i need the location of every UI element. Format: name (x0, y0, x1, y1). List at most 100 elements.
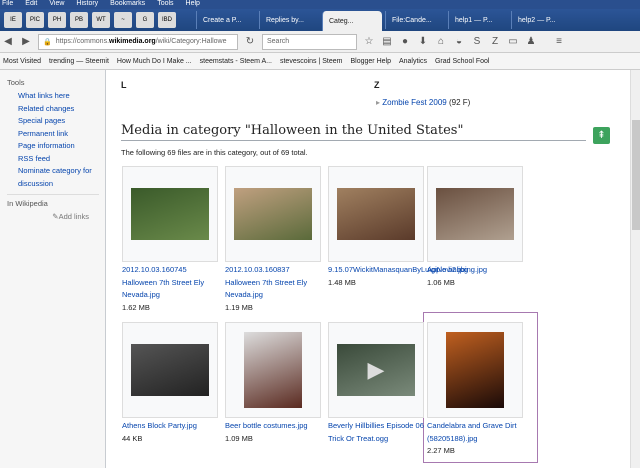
tab[interactable]: File:Cande... (385, 11, 445, 29)
file-thumbnail[interactable] (225, 166, 321, 262)
file-item[interactable]: 2012.10.03.160837 Halloween 7th Street E… (225, 166, 323, 314)
menu-bookmarks[interactable]: Bookmarks (110, 0, 145, 9)
sidebar-link[interactable]: Special pages (7, 115, 105, 128)
file-item[interactable]: 9.15.07WickitManasquanByLuigiNovi2.jpg 1.… (328, 166, 468, 289)
file-thumbnail[interactable] (427, 166, 523, 262)
back-icon[interactable]: ◀ (2, 36, 14, 47)
bookmark-item[interactable]: stevescoins | Steem (280, 58, 343, 65)
url-input[interactable]: 🔒 https://commons. wikimedia.org/wiki/Cate… (38, 33, 238, 50)
pinned-tab[interactable]: G (136, 12, 154, 28)
file-size: 1.19 MB (225, 302, 253, 312)
sidebar-link[interactable]: Nominate category for discussion (7, 165, 105, 190)
thumbnail-image: ▶ (337, 344, 415, 396)
add-links-button[interactable]: ✎Add links (7, 211, 105, 223)
file-name[interactable]: Beverly Hillbillies Episode 06 Trick Or … (328, 420, 426, 445)
home-icon[interactable]: ⌂ (435, 36, 447, 47)
file-name[interactable]: Beer bottle costumes.jpg (225, 420, 323, 433)
file-item[interactable]: ▶ Beverly Hillbillies Episode 06 Trick Or… (328, 322, 426, 445)
reading-list-icon[interactable]: ▤ (381, 36, 393, 47)
tab[interactable]: Categ... (322, 11, 382, 32)
menu-view[interactable]: View (49, 0, 64, 9)
file-name[interactable]: 2012.10.03.160745 Halloween 7th Street E… (122, 264, 220, 302)
lock-icon: 🔒 (43, 38, 52, 46)
file-thumbnail[interactable]: ▶ (328, 322, 424, 418)
tab[interactable]: Replies by... (259, 11, 319, 29)
tab-bar: IE PIC PH PB WT ~ G IBD Create a P... Replies by.… (0, 9, 640, 32)
pinned-tab[interactable]: WT (92, 12, 110, 28)
add-category-button[interactable]: ⇞ (593, 127, 610, 144)
pinned-tab[interactable]: PIC (26, 12, 44, 28)
file-size: 1.62 MB (122, 302, 150, 312)
letter-l: L (121, 80, 127, 90)
tools-heading: Tools (7, 78, 25, 87)
file-item[interactable]: Athens Block Party.jpg 44 KB (122, 322, 220, 445)
file-size: 2.27 MB (427, 446, 455, 455)
file-size: 1.48 MB (328, 277, 356, 287)
extension-icon[interactable]: ● (399, 36, 411, 47)
subcategory-zombie-fest[interactable]: ▸ Zombie Fest 2009 (92 F) (376, 98, 470, 107)
tab[interactable]: Create a P... (196, 11, 256, 29)
sidebar-link[interactable]: What links here (7, 90, 105, 103)
download-icon[interactable]: ⬇ (417, 36, 429, 47)
menu-tools[interactable]: Tools (157, 0, 173, 9)
file-name[interactable]: Candelabra and Grave Dirt (58205188).jpg (427, 420, 525, 445)
bookmark-star-icon[interactable]: ☆ (363, 36, 375, 47)
file-name[interactable]: 9.15.07WickitManasquanByLuigiNovi2.jpg (328, 264, 468, 277)
menu-help[interactable]: Help (186, 0, 200, 9)
pocket-icon[interactable]: ◒ (453, 36, 465, 47)
pinned-tab[interactable]: PB (70, 12, 88, 28)
bookmark-item[interactable]: Analytics (399, 58, 427, 65)
file-name[interactable]: Apple bobbing.jpg (427, 264, 525, 277)
intro-text: The following 69 files are in this categ… (121, 148, 308, 157)
bookmark-item[interactable]: Most Visited (3, 58, 41, 65)
bookmark-item[interactable]: How Much Do I Make ... (117, 58, 192, 65)
tab[interactable]: help1 — P... (448, 11, 508, 29)
thumbnail-image (244, 332, 302, 408)
search-input[interactable]: Search (262, 33, 357, 50)
hamburger-menu-icon[interactable]: ≡ (553, 36, 565, 47)
file-thumbnail[interactable] (328, 166, 424, 262)
file-name[interactable]: 2012.10.03.160837 Halloween 7th Street E… (225, 264, 323, 302)
bookmark-item[interactable]: steemstats - Steem A... (200, 58, 272, 65)
thumbnail-image (131, 344, 209, 396)
forward-icon[interactable]: ▶ (20, 36, 32, 47)
sidebar-link[interactable]: Related changes (7, 103, 105, 116)
addon-icon[interactable]: ♟ (525, 36, 537, 47)
tab[interactable]: help2 — P... (511, 11, 571, 29)
file-size: 44 KB (122, 433, 143, 443)
pinned-tab[interactable]: IE (4, 12, 22, 28)
bookmark-item[interactable]: Blogger Help (351, 58, 391, 65)
scrollbar[interactable] (630, 70, 640, 468)
file-thumbnail[interactable] (122, 166, 218, 262)
file-item[interactable]: Candelabra and Grave Dirt (58205188).jpg… (427, 322, 525, 458)
bookmark-item[interactable]: trending — Steemit (49, 58, 109, 65)
sidebar-link[interactable]: RSS feed (7, 153, 105, 166)
menu-file[interactable]: File (2, 0, 13, 9)
play-icon: ▶ (367, 356, 385, 382)
bookmarks-toolbar: Most Visited trending — Steemit How Much D… (0, 53, 640, 70)
file-thumbnail[interactable] (122, 322, 218, 418)
file-size: 1.06 MB (427, 277, 455, 287)
reload-icon[interactable]: ↻ (244, 36, 256, 47)
zotero-icon[interactable]: Z (489, 36, 501, 47)
file-name[interactable]: Athens Block Party.jpg (122, 420, 220, 433)
file-item[interactable]: Apple bobbing.jpg 1.06 MB (427, 166, 525, 289)
file-thumbnail[interactable] (225, 322, 321, 418)
pinned-tab[interactable]: IBD (158, 12, 176, 28)
thumbnail-image (446, 332, 504, 408)
skype-icon[interactable]: S (471, 36, 483, 47)
sidebar-link[interactable]: Page information (7, 140, 105, 153)
thumbnail-image (337, 188, 415, 240)
pinned-tab[interactable]: ~ (114, 12, 132, 28)
pinned-tab[interactable]: PH (48, 12, 66, 28)
folder-icon[interactable]: ▭ (507, 36, 519, 47)
menu-edit[interactable]: Edit (25, 0, 37, 9)
bookmark-item[interactable]: Grad School Fool (435, 58, 489, 65)
file-item[interactable]: 2012.10.03.160745 Halloween 7th Street E… (122, 166, 220, 314)
scrollbar-thumb[interactable] (632, 120, 640, 230)
file-item[interactable]: Beer bottle costumes.jpg 1.09 MB (225, 322, 323, 445)
sidebar-link[interactable]: Permanent link (7, 128, 105, 141)
divider (7, 194, 99, 195)
file-thumbnail[interactable] (427, 322, 523, 418)
menu-history[interactable]: History (76, 0, 98, 9)
